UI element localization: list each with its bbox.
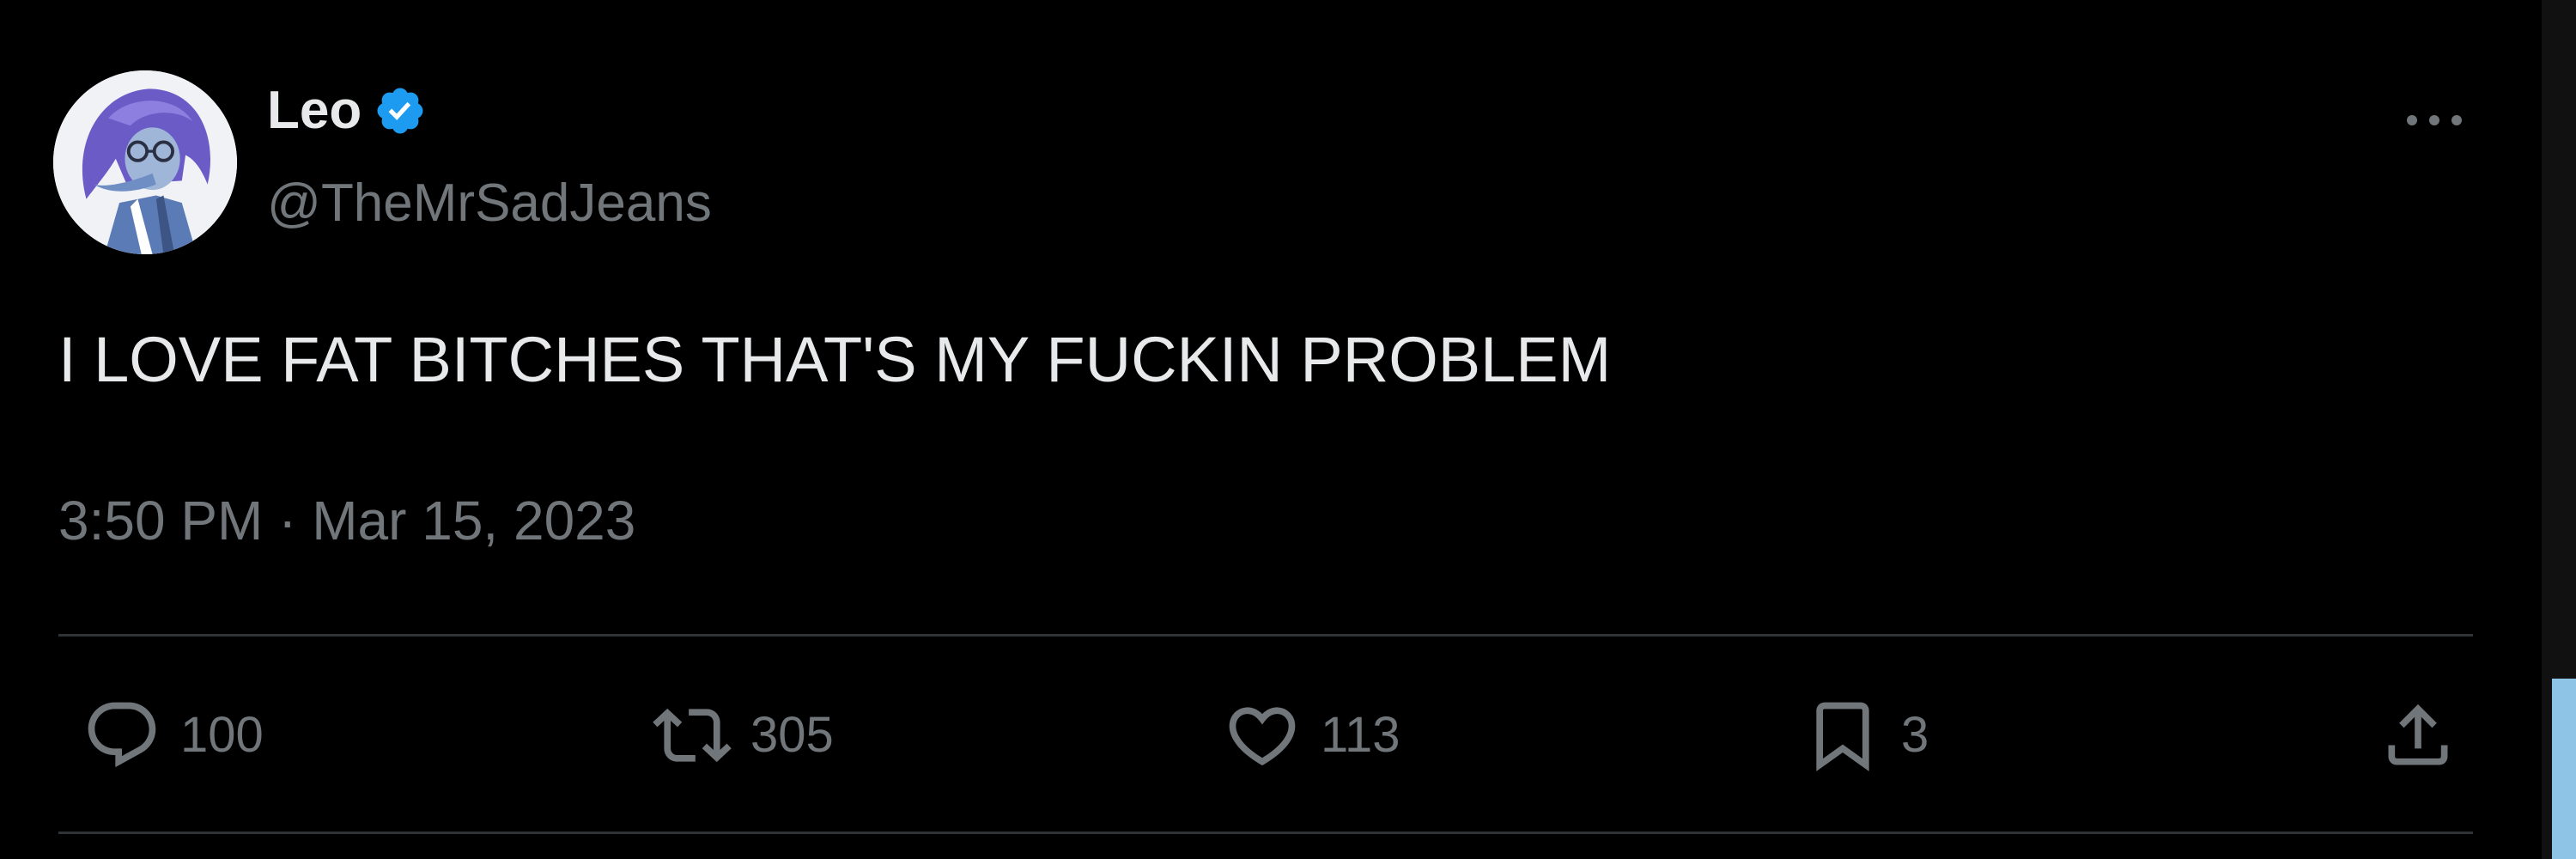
more-options-button[interactable] xyxy=(2387,94,2482,146)
bookmark-button[interactable]: 3 xyxy=(1803,696,1929,775)
heart-icon xyxy=(1229,707,1296,766)
more-horizontal-icon xyxy=(2407,115,2462,125)
author-display-name[interactable]: Leo xyxy=(267,84,361,137)
avatar[interactable] xyxy=(53,70,237,254)
divider xyxy=(58,634,2473,637)
scrollbar-thumb[interactable] xyxy=(2552,679,2576,859)
author-name-row[interactable]: Leo xyxy=(267,84,427,137)
like-button[interactable]: 113 xyxy=(1223,696,1400,775)
retweet-icon xyxy=(653,708,732,763)
reply-button[interactable]: 100 xyxy=(82,696,264,775)
reply-icon xyxy=(88,702,156,768)
retweet-count: 305 xyxy=(750,707,834,763)
bookmark-count: 3 xyxy=(1901,707,1929,763)
reply-count: 100 xyxy=(180,707,264,763)
author-handle[interactable]: @TheMrSadJeans xyxy=(267,177,712,230)
avatar-image xyxy=(53,70,237,254)
like-count: 113 xyxy=(1321,707,1400,763)
bookmark-icon xyxy=(1816,702,1869,771)
share-button[interactable] xyxy=(2379,696,2458,775)
retweet-button[interactable]: 305 xyxy=(653,696,834,775)
verified-badge-icon[interactable] xyxy=(374,84,427,137)
tweet-text: I LOVE FAT BITCHES THAT'S MY FUCKIN PROB… xyxy=(58,324,1612,395)
bottom-divider xyxy=(58,832,2473,834)
tweet-card: Leo @TheMrSadJeans I LOVE FAT BITCHES TH… xyxy=(0,0,2542,859)
tweet-actions-bar: 100 305 113 3 xyxy=(0,687,2542,790)
share-icon xyxy=(2388,704,2448,765)
tweet-timestamp[interactable]: 3:50 PM · Mar 15, 2023 xyxy=(58,493,635,548)
